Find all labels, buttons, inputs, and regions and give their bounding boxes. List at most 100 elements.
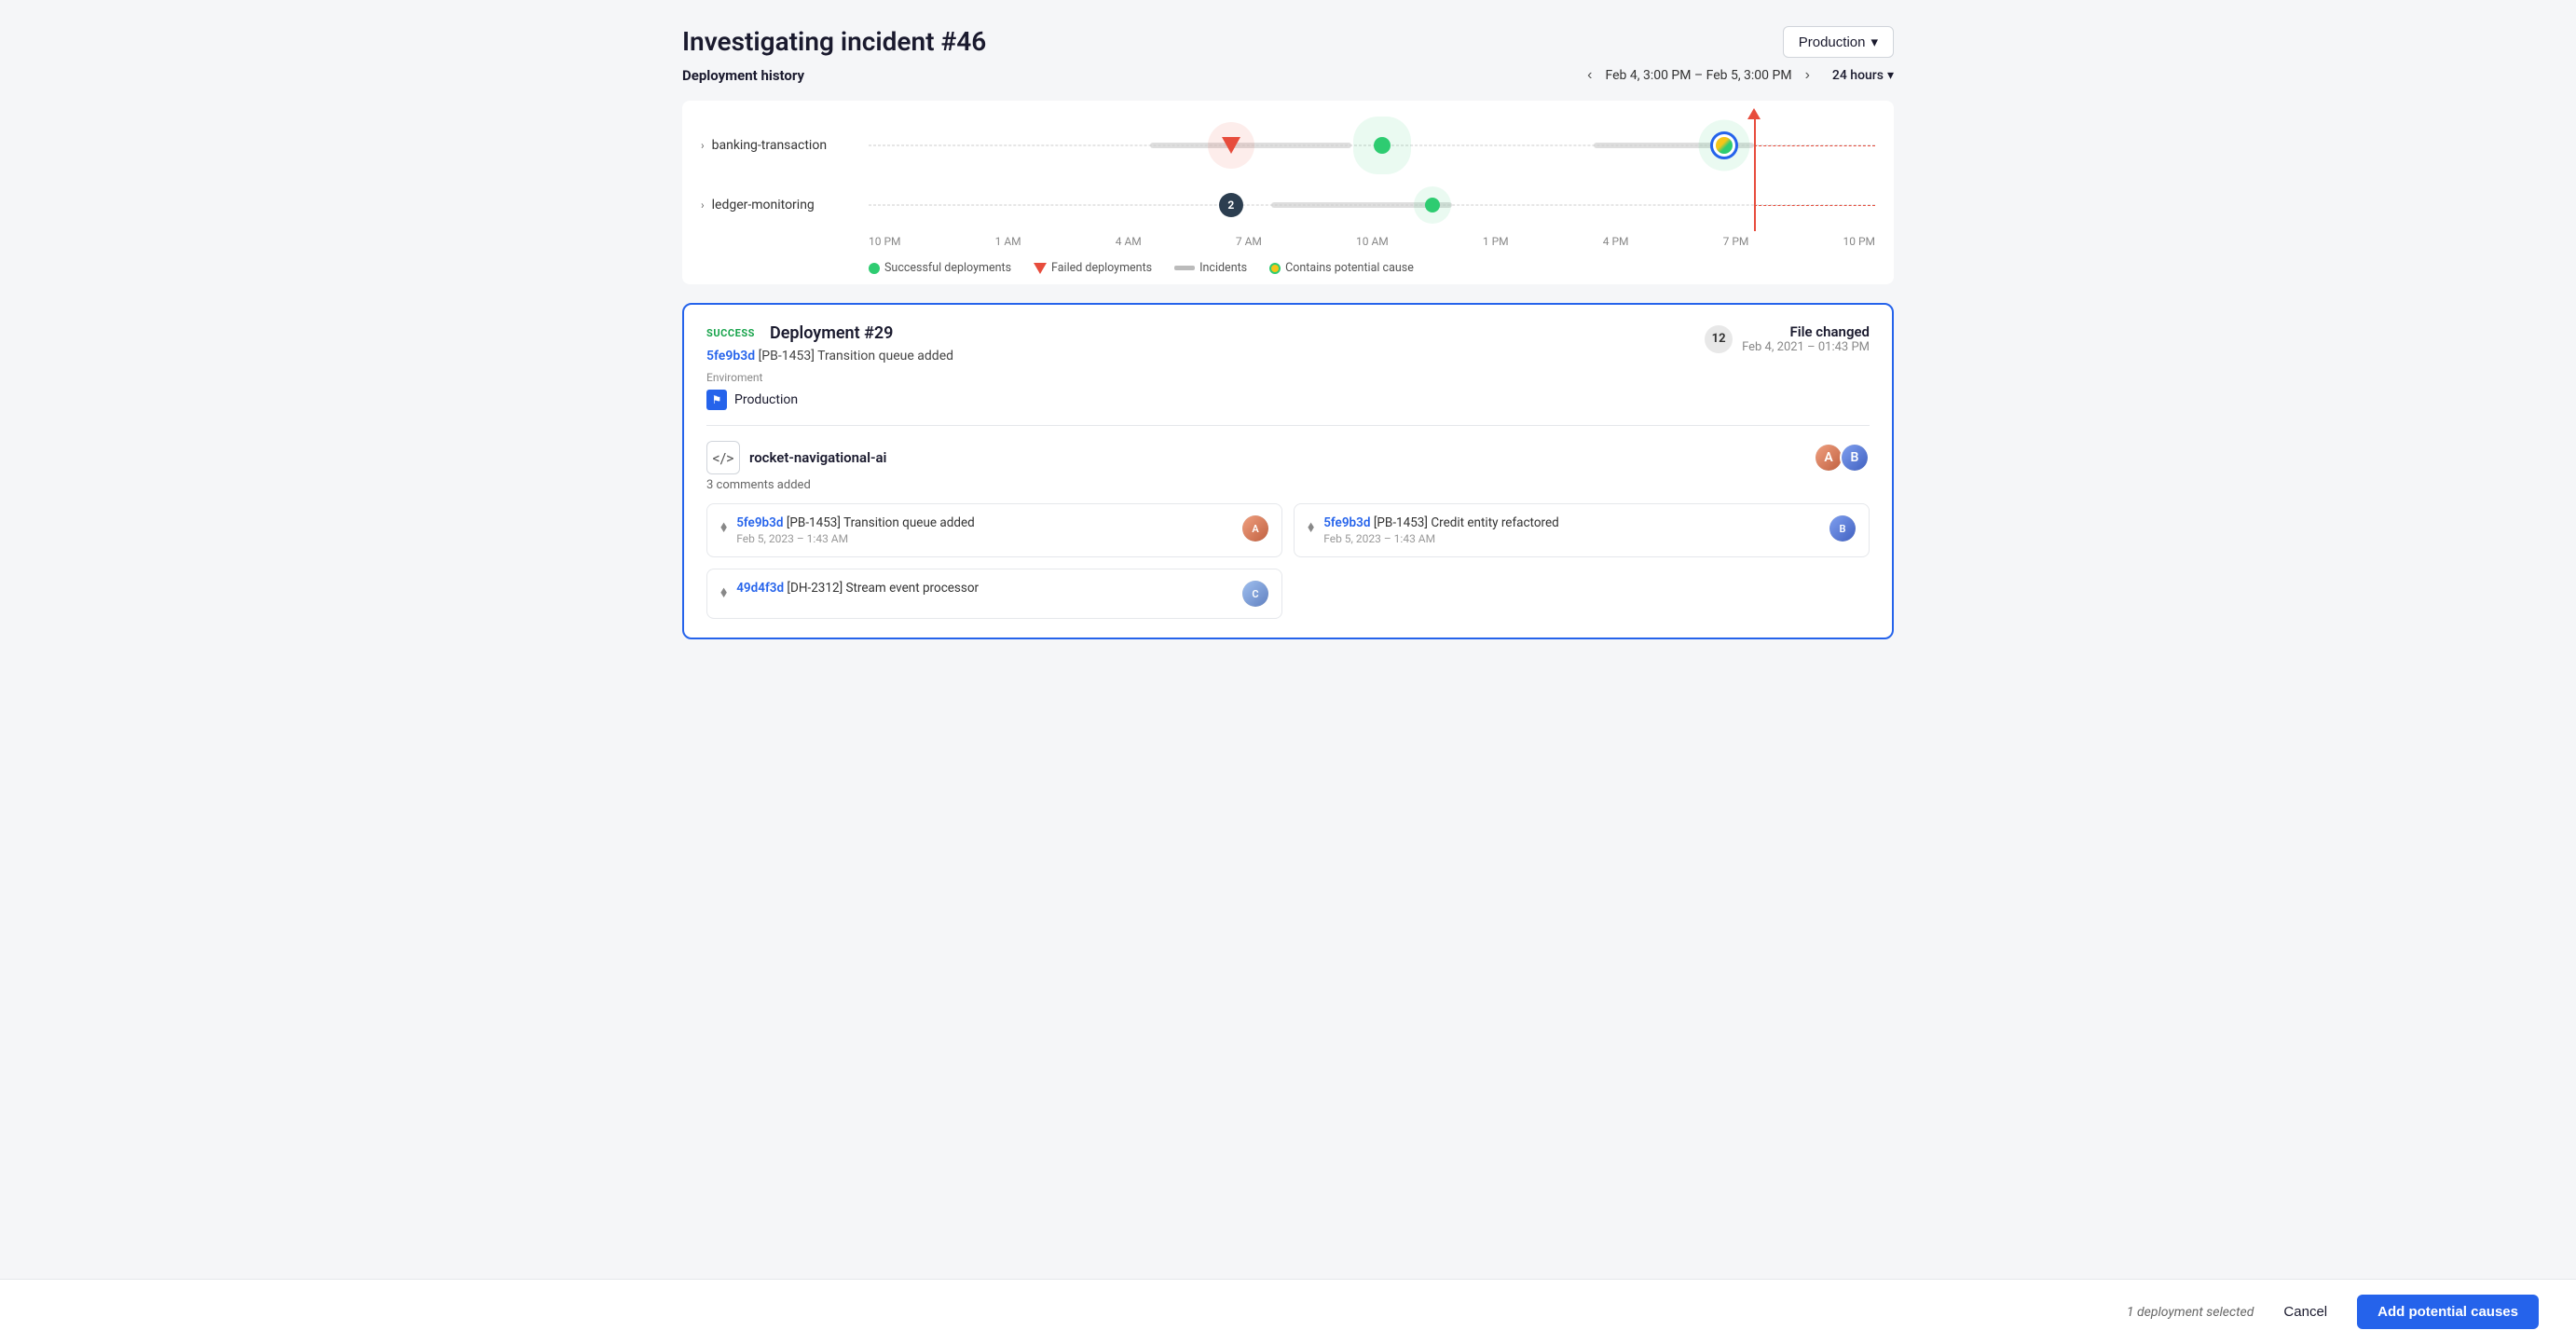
x-label-10pm-end: 10 PM: [1843, 235, 1875, 248]
commit-hash-1[interactable]: 5fe9b3d: [736, 515, 783, 530]
legend-incidents-icon: [1174, 266, 1195, 270]
successful-deployment-dot-large[interactable]: [1374, 137, 1391, 154]
hours-label: 24 hours: [1832, 68, 1884, 83]
environment-icon: ⚑: [706, 390, 727, 410]
page-title: Investigating incident #46: [682, 26, 986, 57]
commit-hash-line: 5fe9b3d [PB-1453] Transition queue added: [706, 349, 953, 363]
legend-failed: Failed deployments: [1034, 261, 1152, 275]
date-next-button[interactable]: ›: [1802, 65, 1814, 86]
row-label-banking: › banking-transaction: [701, 138, 869, 153]
commit-face-1: A: [1242, 515, 1268, 542]
commit-title-3: 49d4f3d [DH-2312] Stream event processor: [736, 581, 1233, 596]
x-label-4am: 4 AM: [1116, 235, 1142, 248]
environment-dropdown-label: Production: [1799, 34, 1866, 50]
commit-face-2: B: [1829, 515, 1856, 542]
commit-card-1[interactable]: ⬧ 5fe9b3d [PB-1453] Transition queue add…: [706, 503, 1282, 557]
x-label-1am: 1 AM: [995, 235, 1021, 248]
environment-dropdown[interactable]: Production ▾: [1783, 26, 1894, 58]
commits-grid: ⬧ 5fe9b3d [PB-1453] Transition queue add…: [706, 503, 1870, 619]
bottom-bar: 1 deployment selected Cancel Add potenti…: [0, 1279, 2576, 1344]
date-range-nav: ‹ Feb 4, 3:00 PM – Feb 5, 3:00 PM ›: [1583, 65, 1814, 86]
commit-message: [PB-1453] Transition queue added: [759, 349, 953, 363]
row-label-ledger: › ledger-monitoring: [701, 198, 869, 213]
commit-hash-link[interactable]: 5fe9b3d: [706, 349, 755, 363]
row-expand-icon[interactable]: ›: [701, 139, 705, 152]
commit-avatar-1: A: [1242, 515, 1268, 542]
repo-header: </> rocket-navigational-ai A B: [706, 441, 1870, 474]
commit-time-2: Feb 5, 2023 – 1:43 AM: [1323, 532, 1820, 545]
x-label-1pm: 1 PM: [1483, 235, 1509, 248]
repo-name: rocket-navigational-ai: [749, 449, 886, 466]
chart-area: › banking-transaction: [682, 101, 1894, 284]
commit-card-2[interactable]: ⬧ 5fe9b3d [PB-1453] Credit entity refact…: [1294, 503, 1870, 557]
commit-hash-3[interactable]: 49d4f3d: [736, 581, 784, 596]
commit-msg-1: [PB-1453] Transition queue added: [787, 515, 975, 530]
file-changed-label: File changed: [1742, 323, 1870, 340]
legend-incidents-label: Incidents: [1199, 261, 1247, 275]
environment-label: Enviroment: [706, 371, 953, 384]
commit-time-1: Feb 5, 2023 – 1:43 AM: [736, 532, 1233, 545]
row-expand-icon-2[interactable]: ›: [701, 199, 705, 212]
commit-title-1: 5fe9b3d [PB-1453] Transition queue added: [736, 515, 1233, 530]
legend-success-icon: [869, 263, 880, 274]
x-label-10am: 10 AM: [1356, 235, 1389, 248]
legend-failed-icon: [1034, 263, 1047, 274]
legend-failed-label: Failed deployments: [1051, 261, 1152, 275]
deployment-count-badge: 2: [1219, 193, 1243, 217]
legend-incidents: Incidents: [1174, 261, 1247, 275]
deployment-title: Deployment #29: [770, 323, 893, 343]
x-label-7pm: 7 PM: [1723, 235, 1749, 248]
deployment-card: SUCCESS Deployment #29 5fe9b3d [PB-1453]…: [682, 303, 1894, 639]
legend-potential-icon: [1269, 263, 1281, 274]
timeline-row-ledger: › ledger-monitoring 2: [701, 179, 1875, 231]
repo-icon: </>: [706, 441, 740, 474]
legend-potential-label: Contains potential cause: [1285, 261, 1414, 275]
comments-count: 3 comments added: [706, 478, 1870, 492]
ledger-red-dashed: [1754, 205, 1875, 206]
environment-name: Production: [734, 392, 798, 407]
x-label-10pm: 10 PM: [869, 235, 901, 248]
commit-avatar-2: B: [1829, 515, 1856, 542]
ledger-success-dot[interactable]: [1425, 198, 1440, 213]
row-name-ledger: ledger-monitoring: [712, 198, 815, 213]
chevron-down-icon: ▾: [1870, 34, 1878, 50]
red-dashed-line: [1754, 145, 1875, 146]
commit-msg-2: [PB-1453] Credit entity refactored: [1374, 515, 1559, 530]
x-label-4pm: 4 PM: [1603, 235, 1629, 248]
hours-dropdown[interactable]: 24 hours ▾: [1832, 68, 1894, 83]
commit-avatar-3: C: [1242, 581, 1268, 607]
chevron-down-icon: ▾: [1887, 68, 1894, 83]
commit-hash-2[interactable]: 5fe9b3d: [1323, 515, 1370, 530]
x-label-7am: 7 AM: [1236, 235, 1262, 248]
avatar-face-1: A: [1816, 445, 1842, 471]
file-changed-area: 12 File changed Feb 4, 2021 – 01:43 PM: [1705, 323, 1870, 354]
x-axis: 10 PM 1 AM 4 AM 7 AM 10 AM 1 PM 4 PM 7 P…: [869, 235, 1875, 254]
date-range-label: Feb 4, 3:00 PM – Feb 5, 3:00 PM: [1606, 68, 1792, 83]
now-arrow-top: [1747, 108, 1761, 119]
commit-card-3[interactable]: ⬧ 49d4f3d [DH-2312] Stream event process…: [706, 569, 1282, 619]
row-name-banking: banking-transaction: [712, 138, 827, 153]
environment-value: ⚑ Production: [706, 390, 953, 410]
commit-info-2: 5fe9b3d [PB-1453] Credit entity refactor…: [1323, 515, 1820, 545]
commit-info-1: 5fe9b3d [PB-1453] Transition queue added…: [736, 515, 1233, 545]
date-prev-button[interactable]: ‹: [1583, 65, 1596, 86]
repo-info: </> rocket-navigational-ai: [706, 441, 886, 474]
legend-potential: Contains potential cause: [1269, 261, 1414, 275]
deployment-history-title: Deployment history: [682, 67, 804, 84]
contributor-avatars: A B: [1814, 443, 1870, 473]
card-divider: [706, 425, 1870, 426]
legend-successful-label: Successful deployments: [884, 261, 1011, 275]
cancel-button[interactable]: Cancel: [2268, 1296, 2342, 1327]
potential-cause-dot[interactable]: [1716, 137, 1733, 154]
selected-count-text: 1 deployment selected: [2127, 1305, 2254, 1320]
file-count-badge: 12: [1705, 325, 1733, 353]
avatar-2: B: [1840, 443, 1870, 473]
failed-deployment-triangle: [1222, 137, 1240, 154]
timeline-row-banking: › banking-transaction: [701, 119, 1875, 171]
ledger-track: 2: [869, 179, 1875, 231]
add-potential-causes-button[interactable]: Add potential causes: [2357, 1295, 2539, 1329]
file-date: Feb 4, 2021 – 01:43 PM: [1742, 340, 1870, 354]
success-badge: SUCCESS: [706, 327, 755, 339]
avatar-face-2: B: [1842, 445, 1868, 471]
commit-face-3: C: [1242, 581, 1268, 607]
